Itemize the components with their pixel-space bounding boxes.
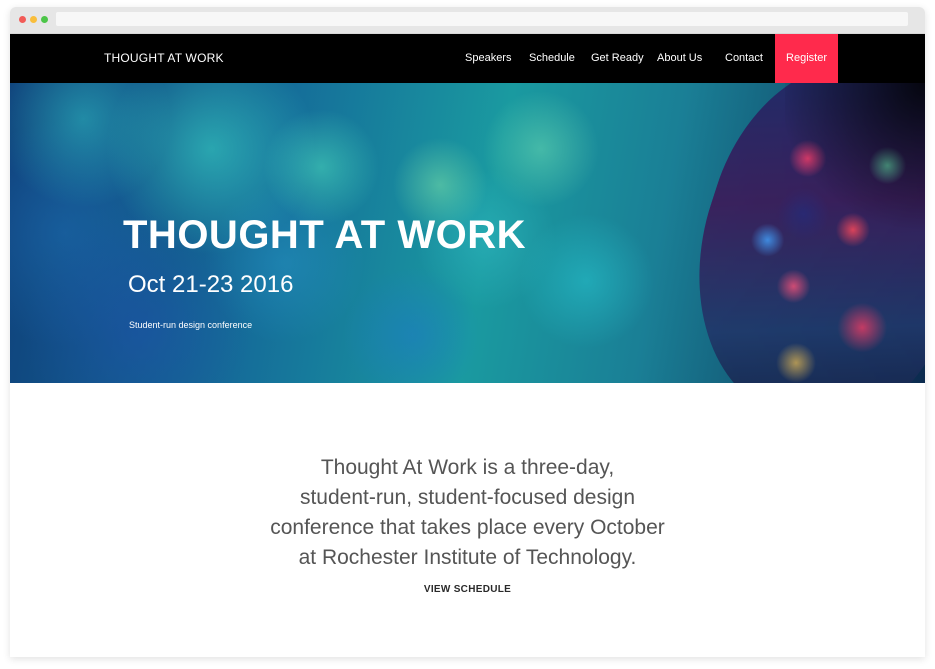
- hero-tagline: Student-run design conference: [129, 320, 253, 330]
- maximize-window-icon[interactable]: [41, 16, 48, 23]
- minimize-window-icon[interactable]: [30, 16, 37, 23]
- hero-banner: THOUGHT AT WORK Oct 21-23 2016 Student-r…: [10, 83, 925, 383]
- close-window-icon[interactable]: [19, 16, 26, 23]
- address-bar[interactable]: [56, 12, 908, 26]
- nav-link-about-us[interactable]: About Us: [657, 34, 702, 83]
- browser-chrome: [10, 7, 925, 34]
- intro-line: conference that takes place every Octobe…: [270, 516, 665, 539]
- nav-link-get-ready[interactable]: Get Ready: [591, 34, 644, 83]
- browser-window: THOUGHT AT WORK Speakers Schedule Get Re…: [10, 7, 925, 657]
- intro-line: student-run, student-focused design: [299, 486, 636, 509]
- hero-title: THOUGHT AT WORK: [123, 213, 526, 257]
- nav-link-speakers[interactable]: Speakers: [465, 34, 511, 83]
- brand-logo[interactable]: THOUGHT AT WORK: [104, 34, 224, 83]
- intro-line: at Rochester Institute of Technology.: [298, 546, 637, 569]
- top-navigation: THOUGHT AT WORK Speakers Schedule Get Re…: [10, 34, 925, 83]
- hero-shade: [785, 83, 925, 243]
- intro-paragraph: Thought At Work is a three-day, student-…: [10, 453, 925, 573]
- view-schedule-link[interactable]: VIEW SCHEDULE: [10, 584, 925, 595]
- nav-link-schedule[interactable]: Schedule: [529, 34, 575, 83]
- nav-link-contact[interactable]: Contact: [725, 34, 763, 83]
- register-button[interactable]: Register: [775, 34, 838, 83]
- intro-line: Thought At Work is a three-day,: [320, 456, 615, 479]
- hero-date: Oct 21-23 2016: [128, 271, 294, 298]
